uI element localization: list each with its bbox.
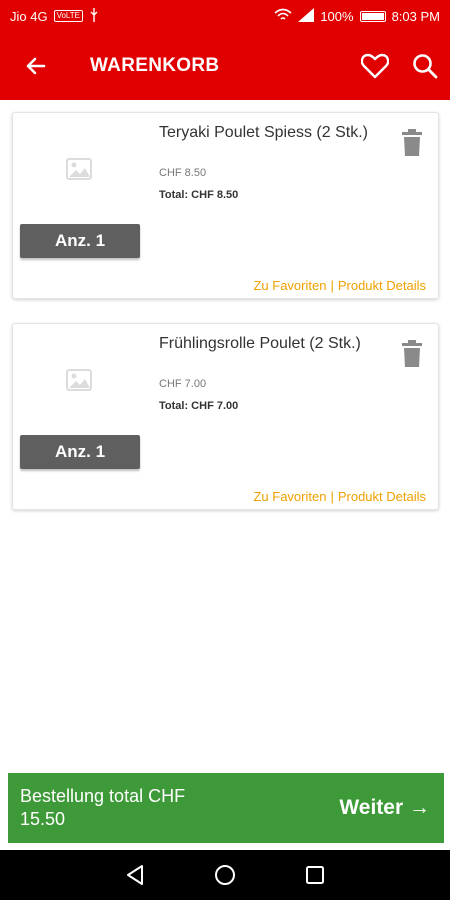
clock: 8:03 PM (391, 8, 440, 24)
carrier-label: Jio 4G (10, 8, 48, 24)
order-total: Bestellung total CHF 15.50 (20, 786, 186, 829)
square-recents-icon (306, 866, 324, 884)
arrow-left-icon (26, 57, 46, 75)
checkout-button[interactable]: Bestellung total CHF 15.50 Weiter → (8, 773, 444, 843)
item-links: Zu Favoriten | Produkt Details (253, 278, 426, 293)
app-toolbar: WARENKORB (0, 32, 450, 100)
nav-home-button[interactable] (210, 860, 240, 890)
back-button[interactable] (0, 32, 72, 100)
quantity-button[interactable]: Anz. 1 (20, 435, 140, 469)
heart-icon (361, 53, 389, 79)
triangle-back-icon (127, 865, 143, 885)
product-details-link[interactable]: Produkt Details (338, 489, 426, 504)
page-title: WARENKORB (90, 55, 220, 76)
cart-item-card: Teryaki Poulet Spiess (2 Stk.) CHF 8.50 … (12, 112, 439, 299)
product-total: Total: CHF 7.00 (159, 400, 239, 412)
status-right: 100% 8:03 PM (274, 7, 440, 25)
trash-icon[interactable] (400, 340, 424, 368)
continue-label: Weiter → (339, 796, 430, 819)
product-price: CHF 8.50 (159, 167, 207, 179)
search-button[interactable] (400, 32, 450, 100)
add-to-favorites-link[interactable]: Zu Favoriten (253, 489, 326, 504)
favorites-button[interactable] (350, 32, 400, 100)
status-bar: Jio 4G VoLTE 100% 8:03 PM (0, 0, 450, 32)
wifi-icon (274, 8, 292, 25)
usb-icon (89, 7, 99, 25)
cart-item-card: Frühlingsrolle Poulet (2 Stk.) CHF 7.00 … (12, 323, 439, 510)
search-icon (413, 54, 438, 79)
volte-badge: VoLTE (53, 10, 83, 22)
system-nav-bar (0, 850, 450, 900)
product-price: CHF 7.00 (159, 378, 207, 390)
product-name: Teryaki Poulet Spiess (2 Stk.) (159, 124, 368, 141)
add-to-favorites-link[interactable]: Zu Favoriten (253, 278, 326, 293)
trash-icon[interactable] (400, 129, 424, 157)
link-separator: | (330, 278, 334, 293)
status-left: Jio 4G VoLTE (10, 7, 99, 25)
quantity-button[interactable]: Anz. 1 (20, 224, 140, 258)
item-links: Zu Favoriten | Produkt Details (253, 489, 426, 504)
circle-home-icon (215, 865, 235, 885)
signal-icon (298, 7, 315, 25)
image-placeholder-icon (66, 369, 92, 391)
link-separator: | (330, 489, 334, 504)
battery-icon (359, 10, 386, 22)
product-name: Frühlingsrolle Poulet (2 Stk.) (159, 335, 361, 352)
product-total: Total: CHF 8.50 (159, 189, 239, 201)
image-placeholder-icon (66, 158, 92, 180)
nav-back-button[interactable] (120, 860, 150, 890)
product-details-link[interactable]: Produkt Details (338, 278, 426, 293)
battery-percent: 100% (320, 8, 354, 24)
nav-recents-button[interactable] (300, 860, 330, 890)
